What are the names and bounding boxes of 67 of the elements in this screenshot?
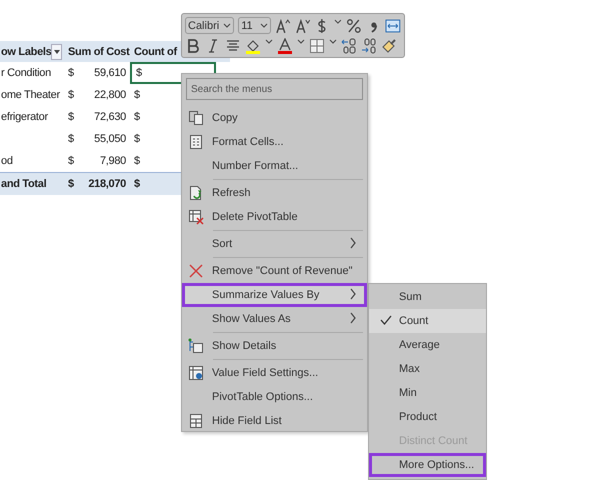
currency-symbol: $ <box>136 67 142 79</box>
font-size-dropdown[interactable]: 11 <box>238 17 271 34</box>
chevron-right-icon <box>349 312 357 324</box>
menu-item[interactable]: More Options... <box>369 453 486 477</box>
search-field[interactable]: Search the menus <box>186 78 363 100</box>
field-settings-icon <box>188 365 204 381</box>
menu-item[interactable]: Hide Field List <box>182 409 367 433</box>
font-dropdown[interactable]: Calibri <box>185 17 234 34</box>
dropdown-icon <box>52 48 61 56</box>
cell-value: 59,610 <box>94 67 126 79</box>
paintbrush-icon[interactable] <box>381 38 397 54</box>
currency-symbol: $ <box>68 89 74 101</box>
menu-item[interactable]: Format Cells... <box>182 130 367 154</box>
shrink-font-icon[interactable] <box>294 18 310 34</box>
cell-value: 22,800 <box>94 89 126 101</box>
chevron-right-icon <box>349 237 357 249</box>
menu-item[interactable]: Min <box>369 381 486 405</box>
row-label: and Total <box>1 178 46 190</box>
copy-icon <box>188 110 204 126</box>
increase-decimal-icon[interactable] <box>341 38 357 54</box>
percent-icon[interactable] <box>346 18 362 34</box>
cell-value: 72,630 <box>94 111 126 123</box>
cell-value: 218,070 <box>88 178 126 190</box>
menu-item[interactable]: Count <box>369 309 486 333</box>
merge-cells-icon[interactable] <box>385 18 401 34</box>
font-color-icon[interactable] <box>277 38 293 54</box>
cell-value: 55,050 <box>94 133 126 145</box>
grow-font-icon[interactable] <box>274 18 290 34</box>
row-label: efrigerator <box>1 111 48 123</box>
row-label: r Condition <box>1 67 51 79</box>
menu-item[interactable]: Summarize Values By <box>182 283 367 307</box>
chevron-right-icon <box>349 288 357 300</box>
column-header: ow Labels <box>1 46 52 58</box>
filter-button[interactable] <box>51 44 62 60</box>
borders-icon[interactable] <box>309 38 325 54</box>
currency-symbol: $ <box>68 178 74 190</box>
menu-item[interactable]: Sum <box>369 285 486 309</box>
decrease-decimal-icon[interactable] <box>361 38 377 54</box>
currency-symbol: $ <box>68 155 74 167</box>
align-center-icon[interactable] <box>225 38 241 54</box>
menu-item[interactable]: PivotTable Options... <box>182 385 367 409</box>
menu-item[interactable]: Show Values As <box>182 307 367 331</box>
fill-color-icon[interactable] <box>245 38 261 54</box>
show-details-icon <box>188 338 204 354</box>
cell-value: 7,980 <box>100 155 126 167</box>
menu-item[interactable]: Product <box>369 405 486 429</box>
currency-symbol: $ <box>68 111 74 123</box>
column-header: Count of <box>134 46 177 58</box>
column-header: Sum of Cost <box>68 46 130 58</box>
bold-icon[interactable] <box>185 38 201 54</box>
checkmark-icon <box>380 314 392 326</box>
dropdown-icon <box>260 22 268 30</box>
row-label: od <box>1 155 13 167</box>
currency-symbol: $ <box>68 133 74 145</box>
row-label: ome Theater <box>1 89 60 101</box>
field-list-icon <box>188 413 204 429</box>
remove-icon <box>188 263 204 279</box>
menu-item[interactable]: Number Format... <box>182 154 367 178</box>
refresh-icon <box>188 185 204 201</box>
menu-item[interactable]: Copy <box>182 106 367 130</box>
delete-table-icon <box>188 209 204 225</box>
currency-symbol: $ <box>68 67 74 79</box>
format-cells-icon <box>188 134 204 150</box>
dropdown-icon <box>223 22 232 30</box>
menu-item[interactable]: Average <box>369 333 486 357</box>
menu-item[interactable]: Max <box>369 357 486 381</box>
menu-item[interactable]: Delete PivotTable <box>182 205 367 229</box>
